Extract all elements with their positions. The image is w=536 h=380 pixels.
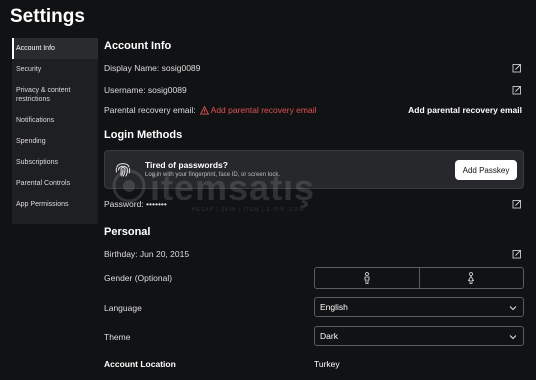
sidebar-item-account-info[interactable]: Account Info xyxy=(12,38,98,59)
warning-icon xyxy=(199,105,209,115)
fingerprint-icon xyxy=(115,163,131,177)
add-parental-recovery-link[interactable]: Add parental recovery email xyxy=(199,105,317,115)
theme-select[interactable]: Dark xyxy=(314,326,524,346)
gender-selector xyxy=(314,267,524,289)
passkey-card: Tired of passwords? Log in with your fin… xyxy=(104,150,524,189)
birthday-row: Birthday: Jun 20, 2015 xyxy=(104,247,524,261)
language-value: English xyxy=(320,302,348,312)
password-text: Password: ••••••• xyxy=(104,199,167,209)
edit-icon xyxy=(512,249,522,259)
sidebar-item-security[interactable]: Security xyxy=(12,59,98,80)
chevron-down-icon xyxy=(509,306,517,311)
edit-icon xyxy=(512,199,522,209)
settings-main: Account Info Display Name: sosig0089 Use… xyxy=(104,38,524,378)
username-text: Username: sosig0089 xyxy=(104,85,187,95)
gender-female-button[interactable] xyxy=(418,268,524,288)
language-select[interactable]: English xyxy=(314,297,524,317)
chevron-down-icon xyxy=(509,335,517,340)
parental-recovery-row: Parental recovery email: Add parental re… xyxy=(104,103,524,117)
language-label: Language xyxy=(104,303,142,313)
passkey-title: Tired of passwords? xyxy=(145,160,228,170)
page-title: Settings xyxy=(10,6,85,27)
password-row: Password: ••••••• xyxy=(104,197,524,211)
parental-recovery-label: Parental recovery email: xyxy=(104,105,196,115)
sidebar-item-subscriptions[interactable]: Subscriptions xyxy=(12,152,98,173)
edit-icon xyxy=(512,85,522,95)
personal-heading: Personal xyxy=(104,226,151,238)
edit-icon xyxy=(512,63,522,73)
location-value: Turkey xyxy=(314,359,340,369)
male-icon xyxy=(364,272,370,284)
birthday-text: Birthday: Jun 20, 2015 xyxy=(104,249,190,259)
settings-page: Settings Account Info Security Privacy &… xyxy=(0,0,536,380)
passkey-description: Log in with your fingerprint, face ID, o… xyxy=(145,172,281,178)
sidebar-item-notifications[interactable]: Notifications xyxy=(12,110,98,131)
edit-display-name-button[interactable] xyxy=(512,63,522,73)
add-parental-recovery-link-text: Add parental recovery email xyxy=(210,105,317,115)
theme-value: Dark xyxy=(320,331,338,341)
location-label: Account Location xyxy=(104,359,176,369)
display-name-text: Display Name: sosig0089 xyxy=(104,63,201,73)
settings-sidebar: Account Info Security Privacy & content … xyxy=(12,38,98,224)
edit-birthday-button[interactable] xyxy=(512,249,522,259)
add-passkey-button[interactable]: Add Passkey xyxy=(455,160,517,180)
sidebar-item-parental-controls[interactable]: Parental Controls xyxy=(12,173,98,194)
sidebar-item-spending[interactable]: Spending xyxy=(12,131,98,152)
sidebar-item-app-permissions[interactable]: App Permissions xyxy=(12,194,98,215)
gender-label: Gender (Optional) xyxy=(104,273,173,283)
username-row: Username: sosig0089 xyxy=(104,83,524,97)
add-parental-recovery-button[interactable]: Add parental recovery email xyxy=(408,105,522,115)
sidebar-item-privacy[interactable]: Privacy & content restrictions xyxy=(12,80,98,110)
account-info-heading: Account Info xyxy=(104,40,172,52)
gender-male-button[interactable] xyxy=(315,268,419,288)
edit-password-button[interactable] xyxy=(512,199,522,209)
female-icon xyxy=(468,272,475,284)
display-name-row: Display Name: sosig0089 xyxy=(104,61,524,75)
theme-label: Theme xyxy=(104,332,131,342)
login-methods-heading: Login Methods xyxy=(104,129,183,141)
edit-username-button[interactable] xyxy=(512,85,522,95)
